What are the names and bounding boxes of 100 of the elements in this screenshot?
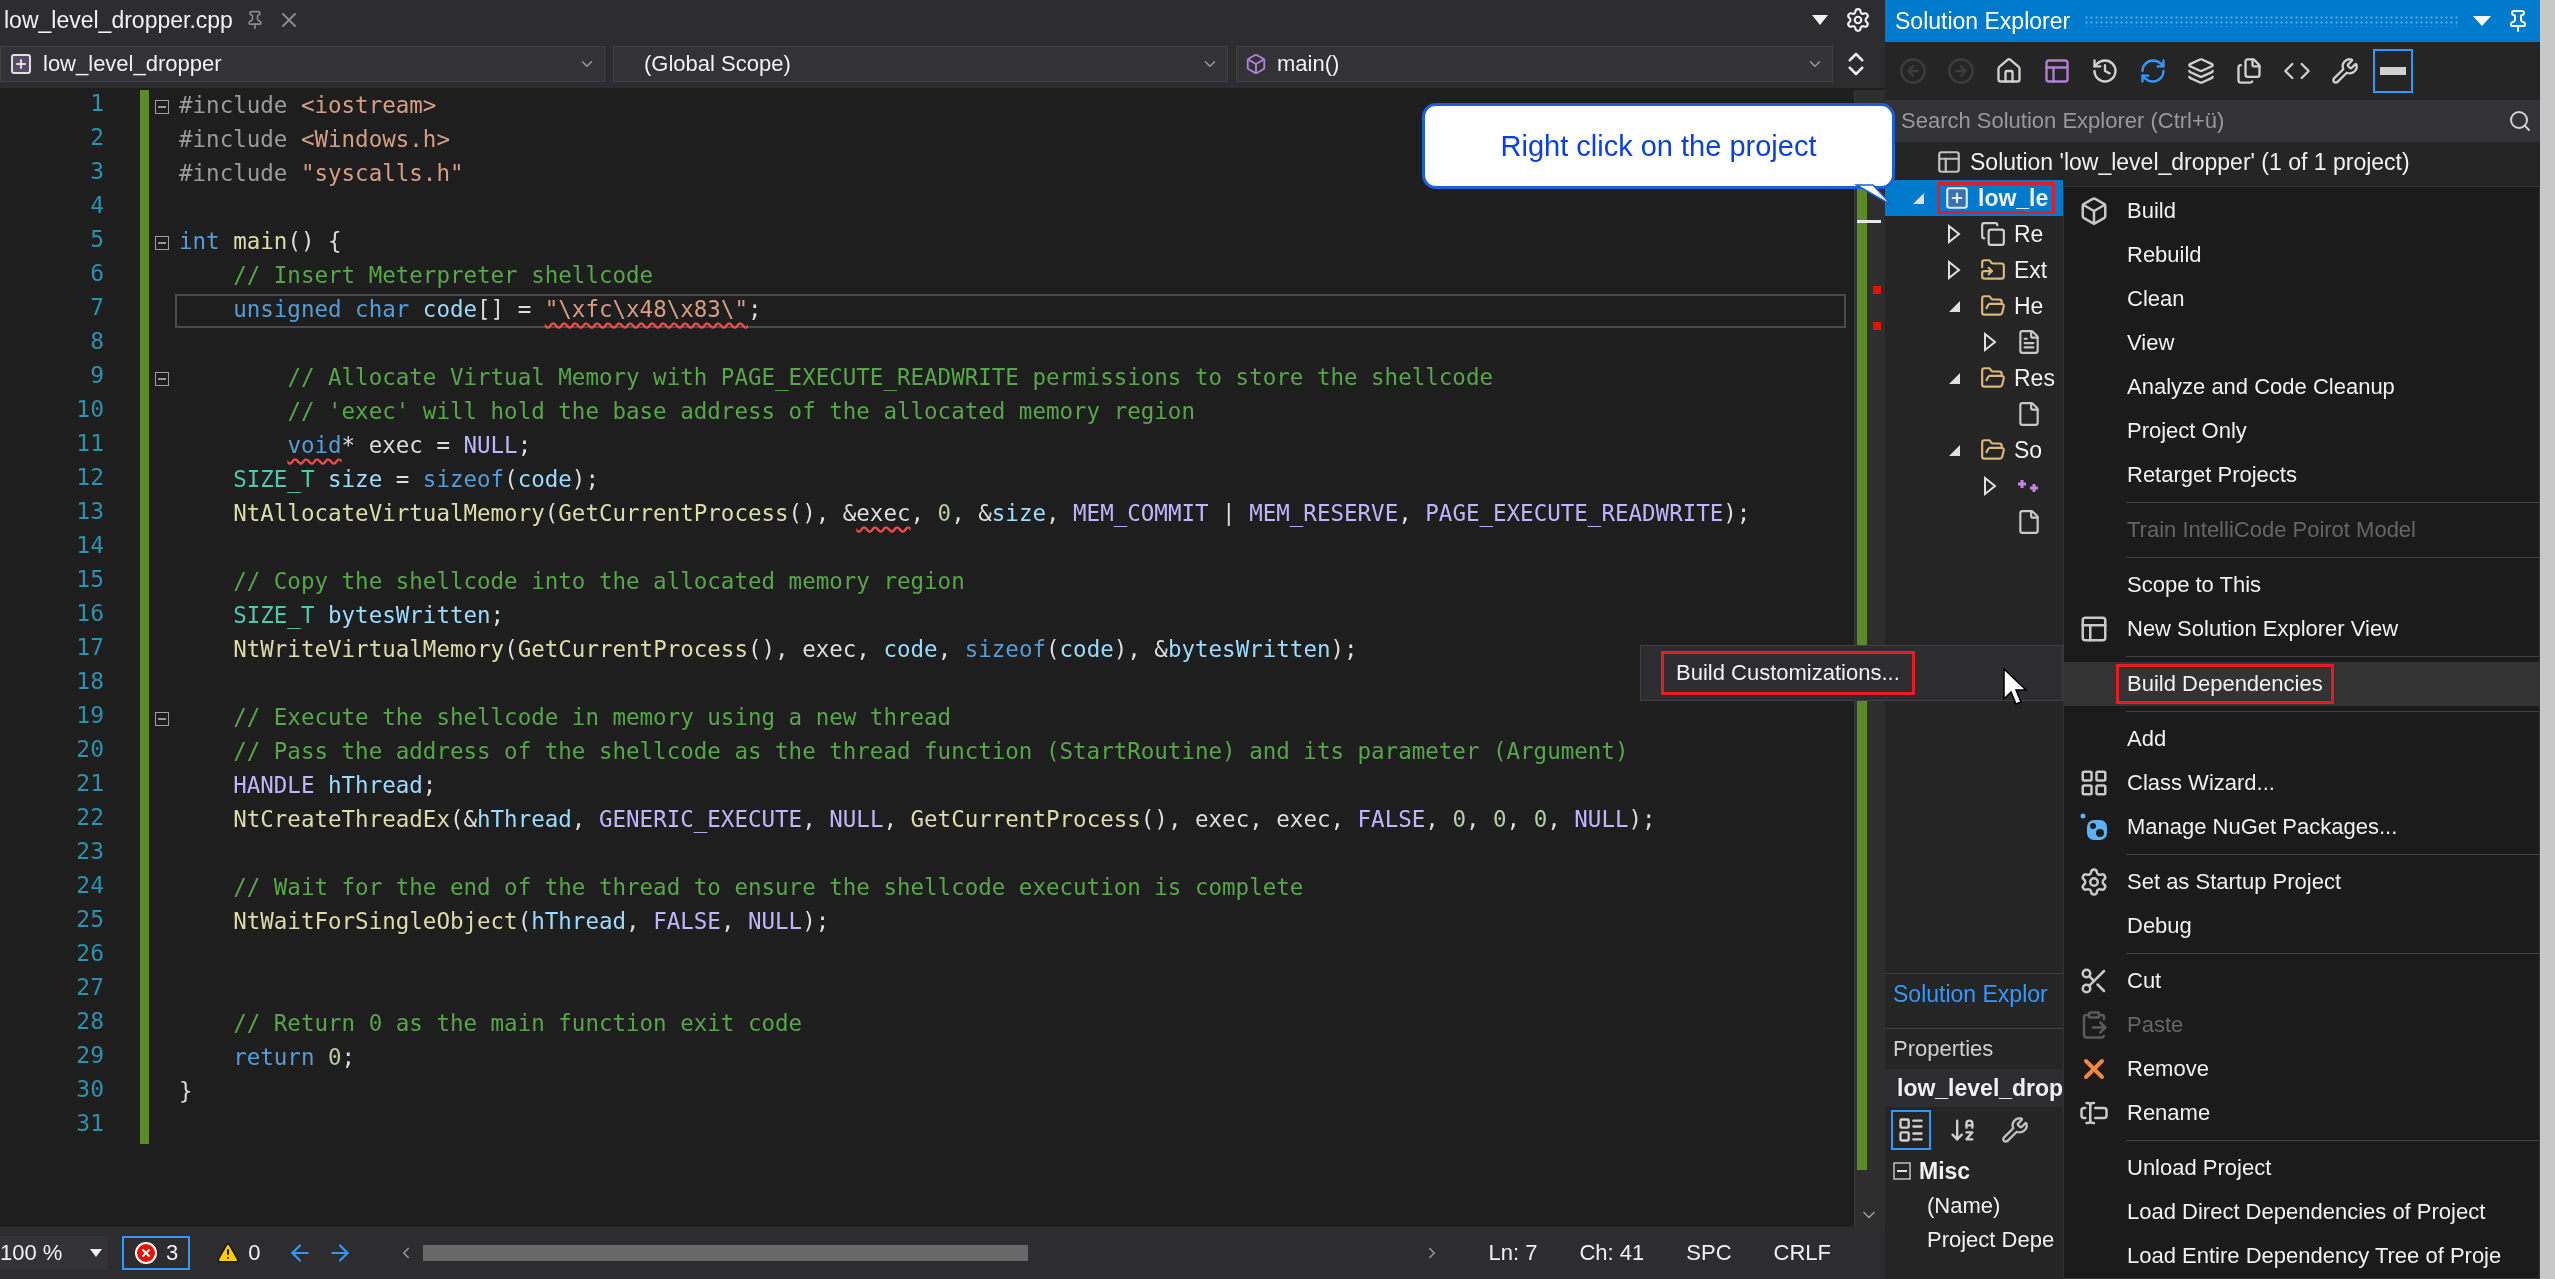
line-number: 18 [75,668,105,696]
tree-item[interactable]: Re [1885,216,2063,252]
menu-item[interactable]: Manage NuGet Packages... [2064,805,2539,849]
error-count[interactable]: 3 [122,1236,191,1270]
warning-icon [216,1241,241,1265]
line-number: 14 [75,532,105,560]
wizard-icon [2079,768,2109,798]
menu-item[interactable]: Scope to This [2064,563,2539,607]
collapse-icon[interactable] [155,372,169,386]
collapsed-arrow-icon[interactable] [1983,476,1997,496]
menu-item[interactable]: Class Wizard... [2064,761,2539,805]
menu-item[interactable]: Add [2064,717,2539,761]
line-number: 30 [75,1076,105,1104]
collapsed-arrow-icon[interactable] [1947,224,1961,244]
build-icon [2079,196,2109,226]
member-dropdown[interactable]: main() [1236,46,1833,82]
tree-item[interactable]: He [1885,288,2063,324]
menu-item[interactable]: Rebuild [2064,233,2539,277]
code-line: // 'exec' will hold the base address of the allocated memory region [286,397,1196,426]
menu-item[interactable]: Analyze and Code Cleanup [2064,365,2539,409]
line-number: 10 [75,396,105,424]
forward-icon [1947,57,1975,85]
search-icon [2508,109,2532,133]
code-line: // Execute the shellcode in memory using a new thread [232,703,953,732]
menu-item[interactable]: Project Only [2064,409,2539,453]
menu-item[interactable]: Unload Project [2064,1146,2539,1190]
dropdown-caret-icon[interactable] [1811,14,1829,26]
menu-item[interactable]: New Solution Explorer View [2064,607,2539,651]
scroll-thumb[interactable] [422,1245,1028,1261]
menu-item[interactable]: Set as Startup Project [2064,860,2539,904]
panel-title: Properties [1892,1035,1994,1063]
menu-item[interactable]: Build Customizations... [1661,651,1915,695]
copy-icon [2235,57,2263,85]
line-number: 6 [89,260,105,288]
sync-icon [2139,57,2167,85]
code-line: #include <Windows.h> [178,125,451,154]
line-number: 29 [75,1042,105,1070]
line-number: 8 [89,328,105,356]
collapse-icon[interactable] [155,236,169,250]
menu-item[interactable]: View [2064,321,2539,365]
menu-item[interactable]: Retarget Projects [2064,453,2539,497]
code-line: NtWaitForSingleObject(hThread, FALSE, NULL); [232,907,831,936]
cube-icon [1245,53,1267,75]
search-button[interactable] [2500,100,2540,142]
code-line: // Pass the address of the shellcode as the thread function (StartRoutine) and its parameter (Argument) [232,737,1630,766]
line-number: 3 [89,158,105,186]
line-number: 26 [75,940,105,968]
tree-item[interactable]: Ext [1885,252,2063,288]
back-icon [1899,57,1927,85]
error-icon [134,1241,158,1265]
wrench-icon [2001,1116,2029,1144]
property-name: (Name) [1926,1192,2001,1220]
line-indicator: Ln: 7 [1487,1240,1539,1266]
line-number: 23 [75,838,105,866]
menu-item[interactable]: Rename [2064,1091,2539,1135]
collapsed-arrow-icon[interactable] [1947,260,1961,280]
code-line: NtCreateThreadEx(&hThread, GENERIC_EXECUTE, NULL, GetCurrentProcess(), exec, exec, FALSE, 0, 0, 0, NULL); [232,805,1657,835]
menu-item[interactable]: Debug [2064,904,2539,948]
tree-item[interactable]: Res [1885,360,2063,396]
menu-item[interactable]: Load Entire Dependency Tree of Proje [2064,1234,2539,1278]
line-number: 22 [75,804,105,832]
project-dropdown[interactable]: low_level_dropper [0,46,605,82]
line-number: 4 [89,192,105,220]
whitespace-indicator: SPC [1685,1240,1733,1266]
code-line: // Insert Meterpreter shellcode [232,261,655,290]
menu-item[interactable]: Load Direct Dependencies of Project [2064,1190,2539,1234]
menu-item[interactable]: Build Dependencies [2064,662,2539,706]
line-number: 25 [75,906,105,934]
menu-item[interactable]: Clean [2064,277,2539,321]
search-field[interactable]: Search Solution Explorer (Ctrl+ü) [1885,100,2500,142]
menu-item[interactable]: Remove [2064,1047,2539,1091]
mouse-pointer-icon [2002,667,2028,707]
minus-box-icon[interactable] [1893,1162,1911,1180]
line-number: 15 [75,566,105,594]
tree-item[interactable]: low_le [1885,180,2063,216]
code-line: // Return 0 as the main function exit code [232,1009,804,1038]
settings-icon[interactable] [1845,7,1871,33]
scope-dropdown[interactable]: (Global Scope) [613,46,1228,82]
solution-icon [1936,149,1962,175]
line-number: 27 [75,974,105,1002]
error-marker [1873,322,1881,330]
solution-explorer-tab[interactable]: Solution Explor [1893,980,2048,1008]
toolbar-button[interactable] [1891,1110,1931,1150]
tree-item[interactable]: Solution 'low_level_dropper' (1 of 1 project) [1897,144,2417,180]
file-icon [2016,401,2042,427]
warning-count[interactable]: 0 [204,1236,273,1270]
collapsed-arrow-icon[interactable] [1983,332,1997,352]
line-number: 1 [89,90,105,118]
toolbar-button[interactable] [2373,49,2413,93]
menu-item[interactable]: Build [2064,189,2539,233]
code-line: #include <iostream> [178,91,438,120]
line-number: 24 [75,872,105,900]
zoom-dropdown[interactable]: 100 % [0,1236,108,1270]
collapse-icon[interactable] [155,712,169,726]
menu-item[interactable]: Cut [2064,959,2539,1003]
tree-item[interactable]: So [1885,432,2063,468]
callout: Right click on the project [1422,103,1895,189]
window-icon [2079,614,2109,644]
collapse-icon[interactable] [155,100,169,114]
home-icon [1995,57,2023,85]
